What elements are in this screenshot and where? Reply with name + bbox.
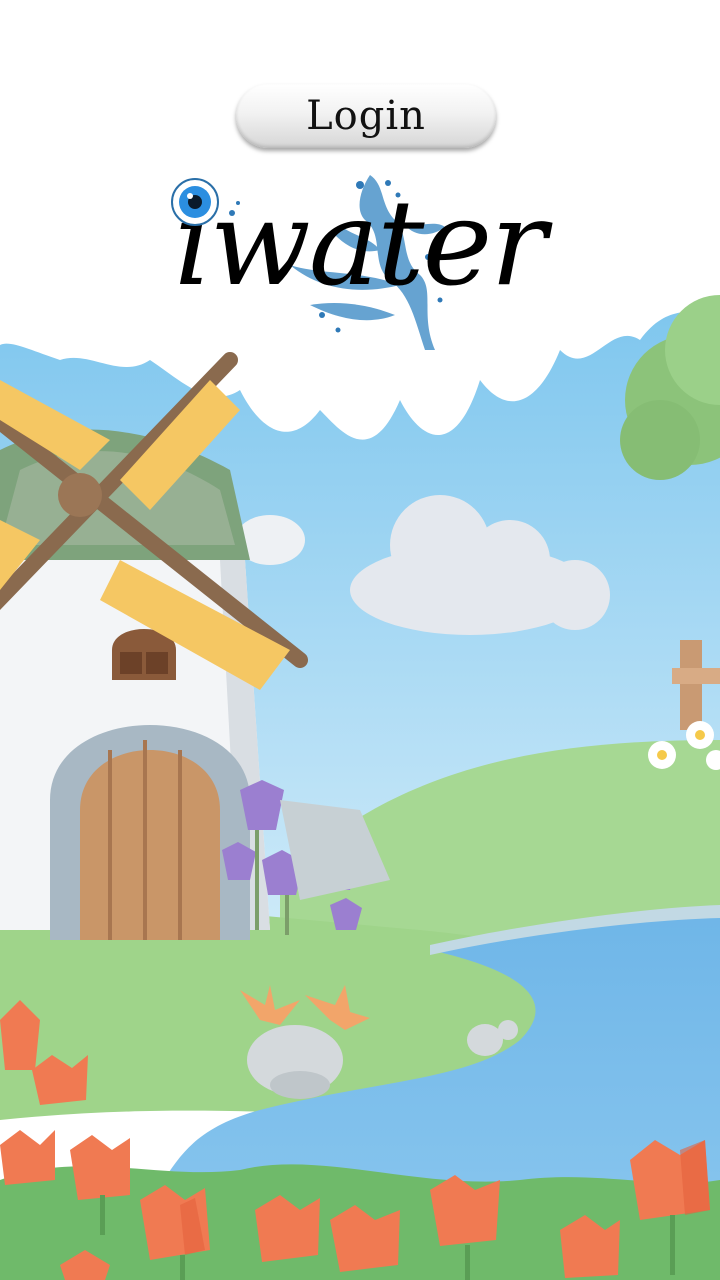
login-label: Login	[306, 93, 426, 139]
eye-icon	[171, 178, 219, 226]
logo-text: iwater	[174, 174, 547, 312]
login-button[interactable]: Login	[236, 84, 496, 148]
app-logo: iwater	[170, 165, 570, 355]
